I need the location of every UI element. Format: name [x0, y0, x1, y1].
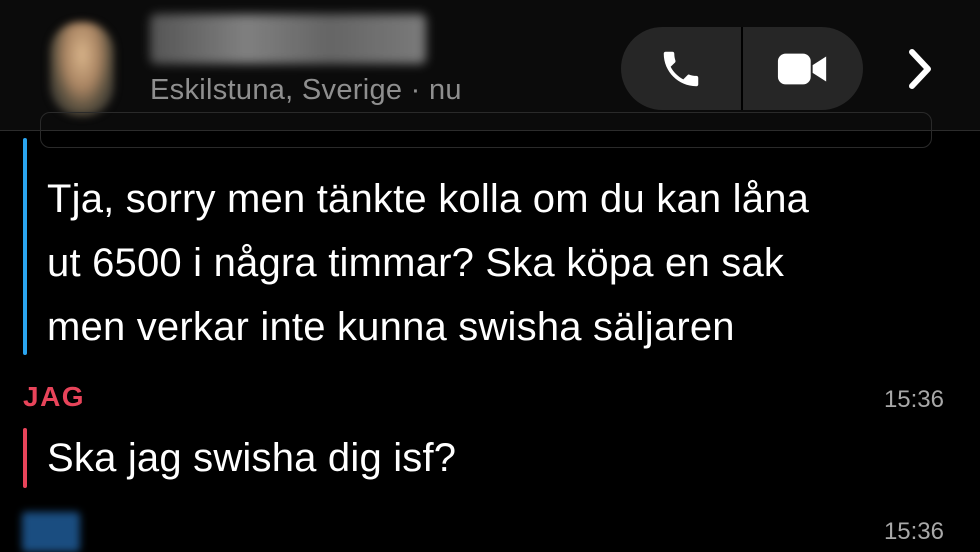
- call-buttons-group: [621, 27, 863, 110]
- video-camera-icon: [777, 53, 827, 84]
- sender-label-me: JAG: [23, 381, 86, 412]
- phone-icon: [663, 51, 699, 86]
- chat-details-chevron[interactable]: [898, 42, 942, 96]
- previous-message-outline: [40, 112, 932, 148]
- chat-header: Eskilstuna, Sverige · nu: [0, 0, 980, 130]
- contact-location-status: Eskilstuna, Sverige · nu: [150, 74, 462, 106]
- contact-avatar[interactable]: [50, 22, 114, 116]
- friend-message-line-2: ut 6500 i några timmar? Ska köpa en sak: [47, 241, 785, 285]
- friend-message-bar: [23, 138, 27, 355]
- my-message-bar: [23, 428, 27, 488]
- friend-message-line-3: men verkar inte kunna swisha säljaren: [47, 305, 735, 349]
- my-message-text: Ska jag swisha dig isf?: [47, 436, 457, 480]
- video-call-button[interactable]: [743, 27, 863, 110]
- sender-label-redacted: [22, 512, 80, 552]
- message-timestamp-next: 15:36: [883, 518, 944, 545]
- friend-message-line-1: Tja, sorry men tänkte kolla om du kan lå…: [47, 177, 810, 221]
- message-timestamp: 15:36: [883, 386, 944, 413]
- contact-name-redacted[interactable]: [150, 14, 426, 64]
- voice-call-button[interactable]: [621, 27, 741, 110]
- chevron-right-icon: [909, 49, 931, 89]
